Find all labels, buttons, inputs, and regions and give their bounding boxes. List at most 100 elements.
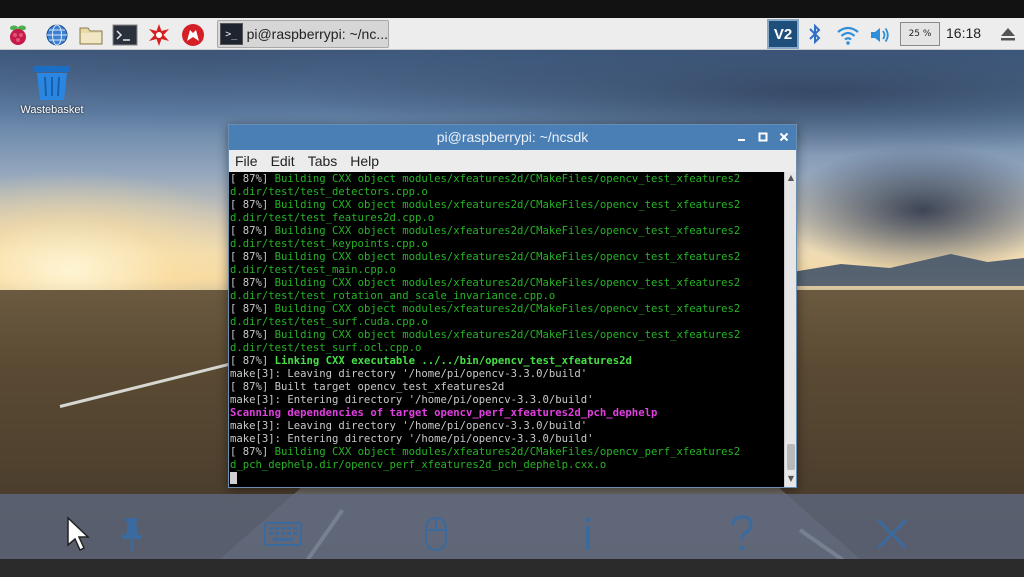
progress-prefix: [ 87%] xyxy=(230,355,275,367)
close-button[interactable] xyxy=(776,129,792,145)
close-icon[interactable] xyxy=(872,512,912,556)
progress-prefix: [ 87%] xyxy=(230,277,275,289)
line-text: make[3]: Leaving directory '/home/pi/ope… xyxy=(230,420,588,432)
line-text: Building CXX object modules/xfeatures2d/… xyxy=(274,446,741,458)
progress-prefix: [ 87%] xyxy=(230,173,275,185)
progress-prefix: [ 87%] xyxy=(230,225,275,237)
line-text: Linking CXX executable ../../bin/opencv_… xyxy=(274,355,632,367)
wolfram-icon[interactable] xyxy=(180,22,206,48)
window-titlebar[interactable]: pi@raspberrypi: ~/ncsdk xyxy=(229,125,796,150)
line-text: [ 87%] Built target opencv_test_xfeature… xyxy=(230,381,505,393)
terminal-line: d.dir/test/test_surf.ocl.cpp.o xyxy=(230,342,784,355)
mathematica-icon[interactable] xyxy=(146,22,172,48)
terminal-line: Scanning dependencies of target opencv_p… xyxy=(230,407,784,420)
bluetooth-icon[interactable] xyxy=(806,22,824,46)
menu-file[interactable]: File xyxy=(235,153,258,169)
progress-prefix: [ 87%] xyxy=(230,251,275,263)
terminal-line: [ 87%] Building CXX object modules/xfeat… xyxy=(230,277,784,290)
progress-prefix: [ 87%] xyxy=(230,199,275,211)
cpu-usage-monitor[interactable]: 25 % xyxy=(900,22,940,46)
line-text: Building CXX object modules/xfeatures2d/… xyxy=(274,199,741,211)
line-text: Scanning dependencies of target opencv_p… xyxy=(230,407,658,419)
terminal-line: make[3]: Entering directory '/home/pi/op… xyxy=(230,394,784,407)
line-text: Building CXX object modules/xfeatures2d/… xyxy=(274,173,741,185)
progress-prefix: [ 87%] xyxy=(230,446,275,458)
info-icon[interactable] xyxy=(568,512,608,556)
scroll-down-arrow-icon[interactable]: ▼ xyxy=(786,474,796,484)
terminal-line: d.dir/test/test_features2d.cpp.o xyxy=(230,212,784,225)
line-text: make[3]: Leaving directory '/home/pi/ope… xyxy=(230,368,588,380)
terminal-output[interactable]: [ 87%] Building CXX object modules/xfeat… xyxy=(229,172,784,487)
help-icon[interactable] xyxy=(722,512,762,556)
web-browser-icon[interactable] xyxy=(44,22,70,48)
progress-prefix: [ 87%] xyxy=(230,303,275,315)
terminal-line: [ 87%] Building CXX object modules/xfeat… xyxy=(230,303,784,316)
terminal-line: [ 87%] Building CXX object modules/xfeat… xyxy=(230,446,784,459)
terminal-line: [ 87%] Built target opencv_test_xfeature… xyxy=(230,381,784,394)
terminal-line: [ 87%] Building CXX object modules/xfeat… xyxy=(230,173,784,186)
terminal-line: d_pch_dephelp.dir/opencv_perf_xfeatures2… xyxy=(230,459,784,472)
keyboard-icon[interactable] xyxy=(263,512,303,556)
vertical-scrollbar[interactable]: ▲ ▼ xyxy=(784,172,796,487)
terminal-line: [ 87%] Linking CXX executable ../../bin/… xyxy=(230,355,784,368)
line-text: d.dir/test/test_detectors.cpp.o xyxy=(230,186,428,198)
line-text: d.dir/test/test_surf.cuda.cpp.o xyxy=(230,316,428,328)
menu-tabs[interactable]: Tabs xyxy=(308,153,338,169)
terminal-line: d.dir/test/test_keypoints.cpp.o xyxy=(230,238,784,251)
line-text: Building CXX object modules/xfeatures2d/… xyxy=(274,251,741,263)
terminal-icon: >_ xyxy=(220,23,243,45)
terminal-line: d.dir/test/test_surf.cuda.cpp.o xyxy=(230,316,784,329)
line-text: make[3]: Entering directory '/home/pi/op… xyxy=(230,433,594,445)
clock[interactable]: 16:18 xyxy=(946,25,981,41)
terminal-line: make[3]: Entering directory '/home/pi/op… xyxy=(230,433,784,446)
terminal-line: [ 87%] Building CXX object modules/xfeat… xyxy=(230,199,784,212)
line-text: Building CXX object modules/xfeatures2d/… xyxy=(274,303,741,315)
terminal-line: make[3]: Leaving directory '/home/pi/ope… xyxy=(230,420,784,433)
line-text: make[3]: Entering directory '/home/pi/op… xyxy=(230,394,594,406)
screen-top-border xyxy=(0,0,1024,18)
menu-edit[interactable]: Edit xyxy=(271,153,295,169)
terminal-window: pi@raspberrypi: ~/ncsdk File Edit Tabs H… xyxy=(228,124,797,488)
vnc-viewer-toolbar xyxy=(0,494,1024,559)
scrollbar-thumb[interactable] xyxy=(787,444,795,470)
line-text: d.dir/test/test_surf.ocl.cpp.o xyxy=(230,342,422,354)
menu-bar: File Edit Tabs Help xyxy=(229,150,796,172)
trash-icon[interactable] xyxy=(32,62,72,102)
minimize-button[interactable] xyxy=(734,129,750,145)
raspberry-menu-icon[interactable] xyxy=(5,22,31,48)
line-text: d.dir/test/test_features2d.cpp.o xyxy=(230,212,435,224)
line-text: d.dir/test/test_keypoints.cpp.o xyxy=(230,238,428,250)
screen-bottom-border xyxy=(0,559,1024,577)
terminal-line: d.dir/test/test_main.cpp.o xyxy=(230,264,784,277)
line-text: d.dir/test/test_main.cpp.o xyxy=(230,264,396,276)
task-button-label: pi@raspberrypi: ~/nc... xyxy=(246,26,388,42)
line-text: Building CXX object modules/xfeatures2d/… xyxy=(274,225,741,237)
line-text: Building CXX object modules/xfeatures2d/… xyxy=(274,329,741,341)
terminal-line: make[3]: Leaving directory '/home/pi/ope… xyxy=(230,368,784,381)
terminal-line: [ 87%] Building CXX object modules/xfeat… xyxy=(230,329,784,342)
trash-label: Wastebasket xyxy=(20,104,84,116)
eject-icon[interactable] xyxy=(1000,26,1016,42)
terminal-line: d.dir/test/test_rotation_and_scale_invar… xyxy=(230,290,784,303)
terminal-icon[interactable] xyxy=(112,22,138,48)
terminal-line: d.dir/test/test_detectors.cpp.o xyxy=(230,186,784,199)
menu-help[interactable]: Help xyxy=(350,153,379,169)
volume-icon[interactable] xyxy=(868,24,892,46)
vnc-server-icon[interactable]: V2 xyxy=(767,19,799,49)
terminal-task-button[interactable]: >_ pi@raspberrypi: ~/nc... xyxy=(217,20,389,48)
sky-clouds-right xyxy=(770,140,1024,280)
terminal-line: [ 87%] Building CXX object modules/xfeat… xyxy=(230,225,784,238)
mouse-icon[interactable] xyxy=(416,512,456,556)
wifi-icon[interactable] xyxy=(836,24,860,46)
pointer-icon[interactable] xyxy=(58,512,98,556)
scroll-up-arrow-icon[interactable]: ▲ xyxy=(786,173,796,183)
line-text: Building CXX object modules/xfeatures2d/… xyxy=(274,277,741,289)
window-title: pi@raspberrypi: ~/ncsdk xyxy=(436,129,589,145)
file-manager-icon[interactable] xyxy=(78,22,104,48)
line-text: d_pch_dephelp.dir/opencv_perf_xfeatures2… xyxy=(230,459,607,471)
terminal-cursor xyxy=(230,472,237,484)
pin-icon[interactable] xyxy=(112,512,152,556)
terminal-line: [ 87%] Building CXX object modules/xfeat… xyxy=(230,251,784,264)
maximize-button[interactable] xyxy=(755,129,771,145)
progress-prefix: [ 87%] xyxy=(230,329,275,341)
